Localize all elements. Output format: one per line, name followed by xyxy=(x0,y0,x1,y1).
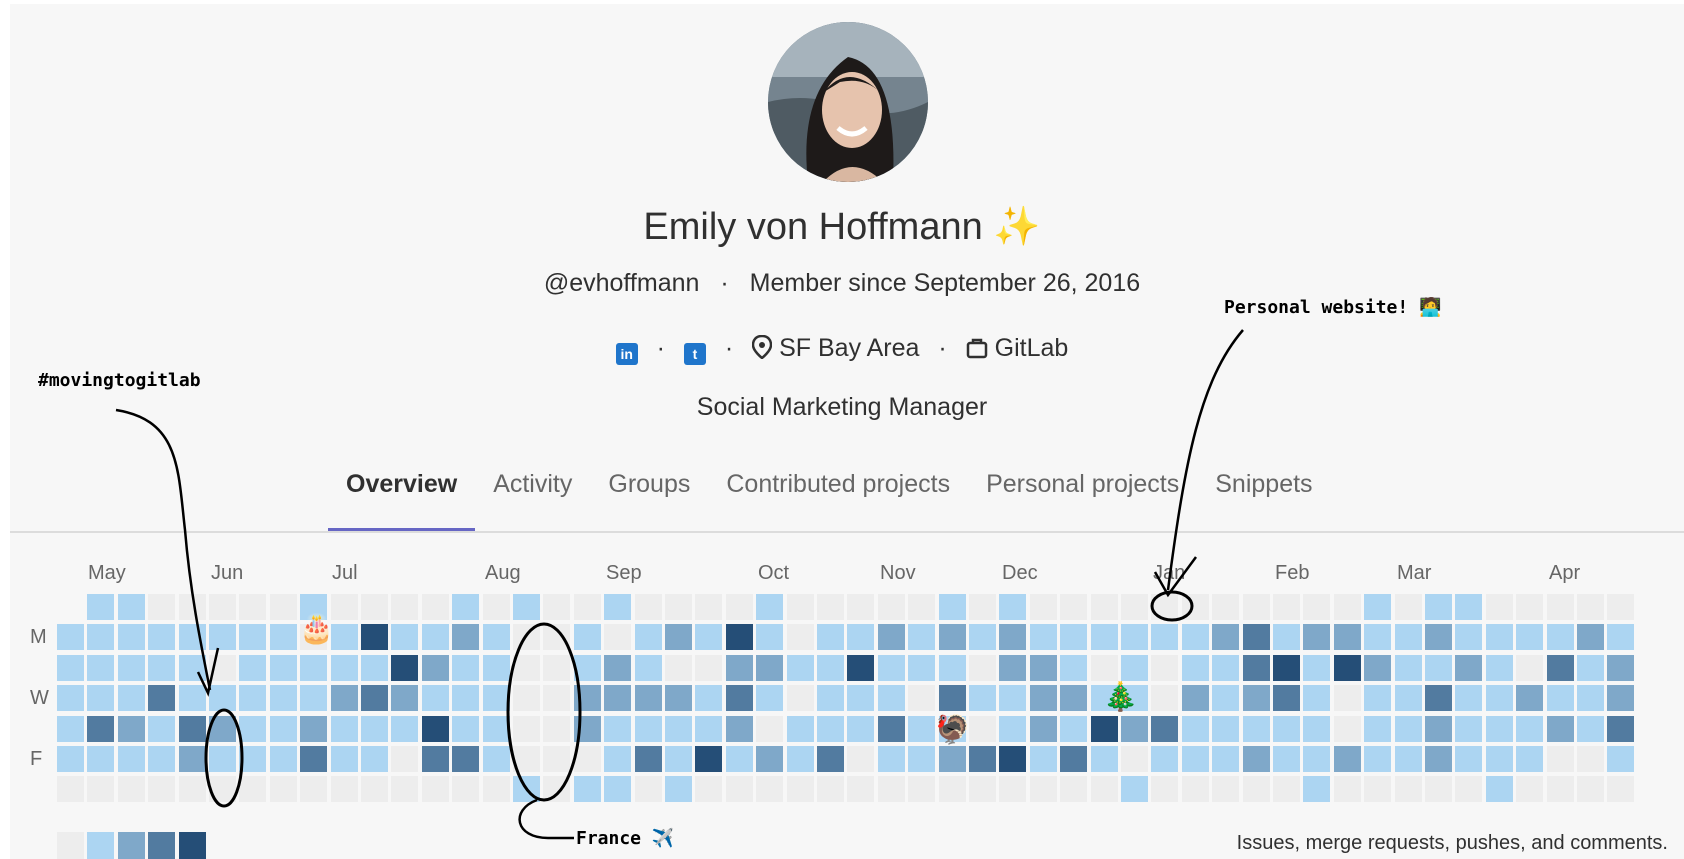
arrow-moving xyxy=(115,408,212,691)
circle-moving xyxy=(204,708,244,808)
arrow-website xyxy=(1166,329,1244,591)
circle-website xyxy=(1150,590,1194,622)
circle-france xyxy=(506,622,582,802)
annotation-drawings xyxy=(115,329,1244,840)
